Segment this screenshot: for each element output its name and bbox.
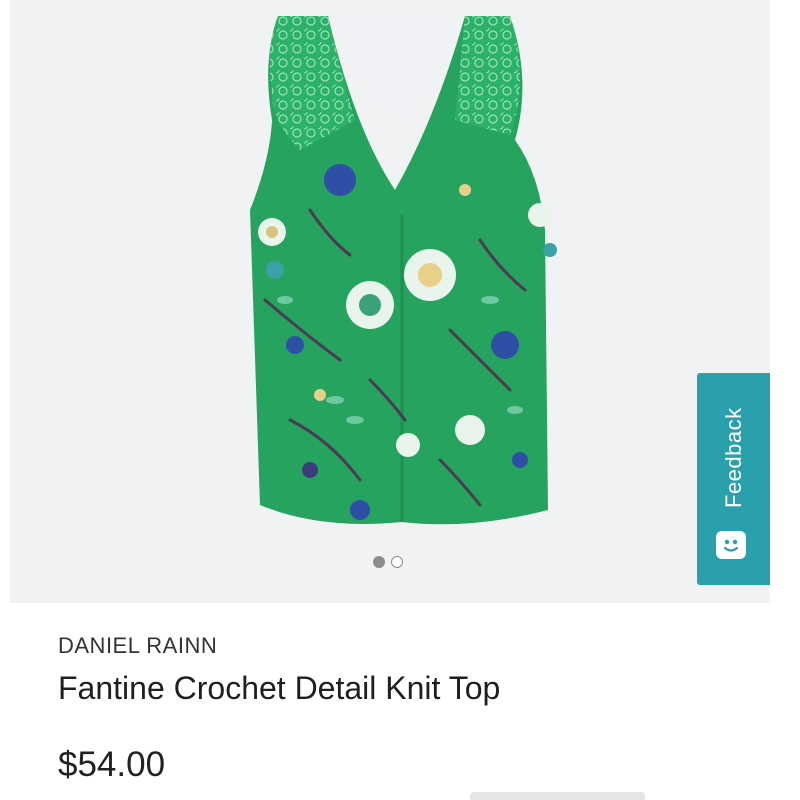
feedback-label: Feedback — [721, 407, 746, 509]
product-title: Fantine Crochet Detail Knit Top — [58, 670, 501, 706]
bottom-control-edge[interactable] — [470, 792, 645, 800]
product-price: $54.00 — [58, 745, 166, 784]
carousel-dot-2[interactable] — [391, 556, 403, 568]
carousel-dots — [373, 552, 421, 572]
brand-name[interactable]: DANIEL RAINN — [58, 633, 217, 659]
product-image-area[interactable] — [10, 0, 770, 603]
feedback-button[interactable]: Feedback — [697, 373, 770, 585]
smiley-face-icon — [716, 531, 746, 559]
carousel-dot-1[interactable] — [373, 556, 385, 568]
product-photo[interactable] — [10, 0, 770, 603]
